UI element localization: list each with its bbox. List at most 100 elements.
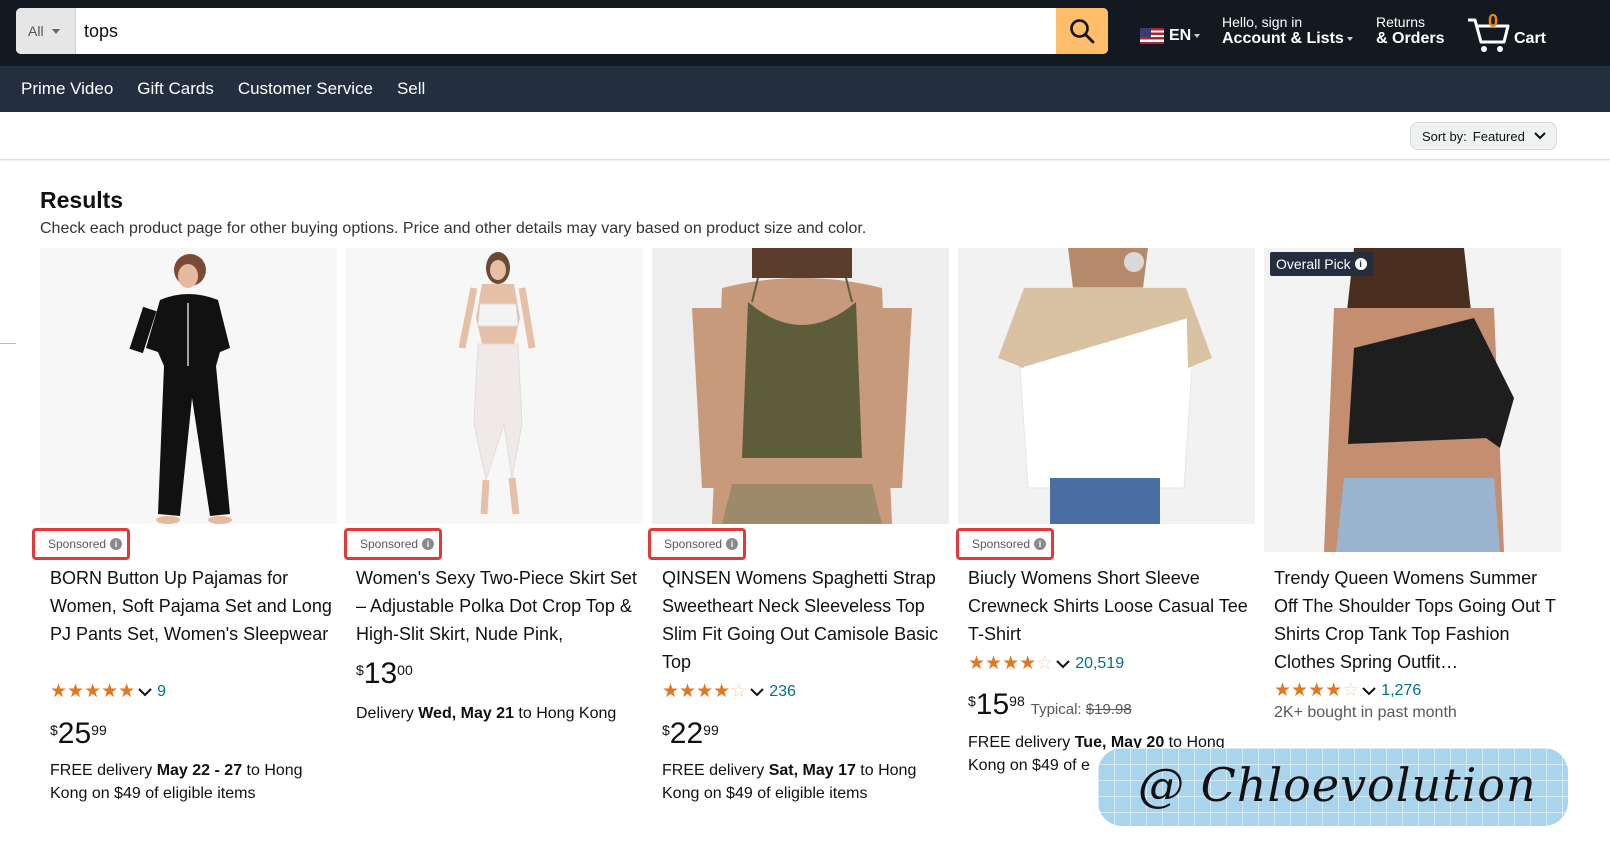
account-label: Account & Lists xyxy=(1222,30,1344,48)
search-department-select[interactable]: All xyxy=(16,8,76,54)
price-fraction: 99 xyxy=(703,722,719,738)
stars-empty: ☆ xyxy=(1036,653,1054,674)
star-rating-icon: ★★★★☆ xyxy=(968,652,1053,675)
results-subtitle: Check each product page for other buying… xyxy=(40,220,867,237)
price-whole: 25 xyxy=(57,717,92,750)
black-pajama-set-image xyxy=(40,248,337,524)
sponsored-label[interactable]: Sponsored i xyxy=(648,528,746,560)
rating-count-link[interactable]: 236 xyxy=(769,683,796,701)
chevron-down-icon xyxy=(1194,34,1201,39)
sort-value: Featured xyxy=(1472,128,1525,144)
product-price: $ 13 00 xyxy=(356,658,413,690)
nav-link-sell[interactable]: Sell xyxy=(397,79,425,99)
chevron-down-icon xyxy=(1346,36,1353,41)
stars-filled: ★★★★ xyxy=(662,681,731,702)
star-rating-icon: ★★★★☆ xyxy=(1274,679,1359,702)
account-greeting: Hello, sign in xyxy=(1222,14,1303,30)
badge-label: Overall Pick xyxy=(1276,256,1351,272)
nav-bar: Prime Video Gift Cards Customer Service … xyxy=(0,66,1610,112)
delivery-prefix: FREE delivery xyxy=(662,762,769,779)
product-price: $ 15 98 Typical: $19.98 xyxy=(968,689,1132,721)
filter-panel-edge xyxy=(0,343,16,344)
results-toolbar: Sort by: Featured xyxy=(0,112,1610,160)
product-title[interactable]: Biucly Womens Short Sleeve Crewneck Shir… xyxy=(968,564,1253,648)
chevron-down-icon xyxy=(1362,686,1376,695)
product-image[interactable] xyxy=(652,248,949,524)
returns-orders-link[interactable]: Returns & Orders xyxy=(1376,14,1444,48)
sort-dropdown[interactable]: Sort by: Featured xyxy=(1410,122,1557,150)
language-label: EN xyxy=(1169,27,1192,44)
olive-camisole-image xyxy=(652,248,949,524)
product-image[interactable]: Overall Pick i xyxy=(1264,248,1561,552)
info-icon: i xyxy=(726,538,739,550)
product-title[interactable]: QINSEN Womens Spaghetti Strap Sweetheart… xyxy=(662,564,947,676)
typical-label: Typical: xyxy=(1030,701,1086,718)
product-title[interactable]: BORN Button Up Pajamas for Women, Soft P… xyxy=(50,564,335,648)
info-icon: i xyxy=(1034,538,1047,550)
sort-label: Sort by: xyxy=(1422,128,1467,144)
search-bar: All xyxy=(16,8,1108,54)
cart-count: 0 xyxy=(1488,11,1499,31)
delivery-prefix: FREE delivery xyxy=(50,762,157,779)
price-fraction: 00 xyxy=(397,662,413,678)
stars-empty: ☆ xyxy=(730,681,748,702)
rating-count-link[interactable]: 9 xyxy=(157,683,166,701)
results-heading: Results xyxy=(40,187,124,213)
price-whole: 22 xyxy=(669,717,704,750)
product-title[interactable]: Trendy Queen Womens Summer Off The Shoul… xyxy=(1274,564,1559,676)
delivery-suffix: to Hong Kong xyxy=(513,705,617,722)
chevron-down-icon xyxy=(1534,132,1546,140)
watermark: @ Chloevolution xyxy=(1098,748,1568,826)
bought-count: 2K+ bought in past month xyxy=(1274,704,1457,721)
search-button[interactable] xyxy=(1056,8,1108,54)
delivery-info: FREE delivery Sat, May 17 to Hong Kong o… xyxy=(662,759,947,805)
delivery-prefix: Delivery xyxy=(356,705,419,722)
price-whole: 15 xyxy=(975,688,1010,721)
star-rating-icon: ★★★★☆ xyxy=(662,680,747,703)
product-image[interactable] xyxy=(958,248,1255,524)
sponsored-label[interactable]: Sponsored i xyxy=(344,528,442,560)
colorblock-tshirt-image xyxy=(958,248,1255,524)
account-menu[interactable]: Hello, sign in Account & Lists xyxy=(1222,14,1353,48)
cart-button[interactable]: 0 Cart xyxy=(1466,10,1556,56)
price-symbol: $ xyxy=(662,722,670,738)
delivery-date: Wed, May 21 xyxy=(418,705,514,722)
product-image[interactable] xyxy=(40,248,337,524)
chevron-down-icon xyxy=(138,687,152,696)
nav-link-customer-service[interactable]: Customer Service xyxy=(238,79,373,99)
nav-link-prime-video[interactable]: Prime Video xyxy=(21,79,113,99)
price-fraction: 99 xyxy=(91,722,107,738)
product-image[interactable] xyxy=(346,248,643,524)
product-rating[interactable]: ★★★★☆ 20,519 xyxy=(968,652,1124,675)
stars-empty: ☆ xyxy=(1342,680,1360,701)
product-rating[interactable]: ★★★★☆ 236 xyxy=(662,680,796,703)
search-input[interactable] xyxy=(84,8,1052,54)
watermark-text: @ Chloevolution xyxy=(1138,758,1537,812)
chevron-down-icon xyxy=(1056,659,1070,668)
price-symbol: $ xyxy=(968,693,976,709)
overall-pick-badge[interactable]: Overall Pick i xyxy=(1270,252,1373,276)
off-shoulder-top-image xyxy=(1264,248,1561,552)
us-flag-icon xyxy=(1140,28,1164,45)
product-rating[interactable]: ★★★★★ 9 xyxy=(50,680,166,703)
top-header: All EN Hello, sign in Account & Lists Re… xyxy=(0,0,1610,66)
cart-label: Cart xyxy=(1514,30,1547,47)
stars-filled: ★★★★ xyxy=(1274,680,1343,701)
price-symbol: $ xyxy=(356,662,364,678)
nav-link-gift-cards[interactable]: Gift Cards xyxy=(137,79,214,99)
returns-label: Returns xyxy=(1376,14,1426,30)
product-rating[interactable]: ★★★★☆ 1,276 xyxy=(1274,679,1421,702)
price-whole: 13 xyxy=(363,657,398,690)
stars-filled: ★★★★ xyxy=(968,653,1037,674)
sponsored-label[interactable]: Sponsored i xyxy=(956,528,1054,560)
delivery-date: May 22 - 27 xyxy=(156,762,243,779)
sponsored-label[interactable]: Sponsored i xyxy=(32,528,130,560)
rating-count-link[interactable]: 20,519 xyxy=(1075,655,1124,673)
product-title[interactable]: Women's Sexy Two-Piece Skirt Set – Adjus… xyxy=(356,564,641,648)
rating-count-link[interactable]: 1,276 xyxy=(1381,682,1421,700)
delivery-info: FREE delivery May 22 - 27 to Hong Kong o… xyxy=(50,759,335,805)
language-selector[interactable]: EN xyxy=(1140,27,1201,45)
white-skirt-set-image xyxy=(346,248,643,524)
price-symbol: $ xyxy=(50,722,58,738)
sponsored-text: Sponsored xyxy=(360,537,419,551)
